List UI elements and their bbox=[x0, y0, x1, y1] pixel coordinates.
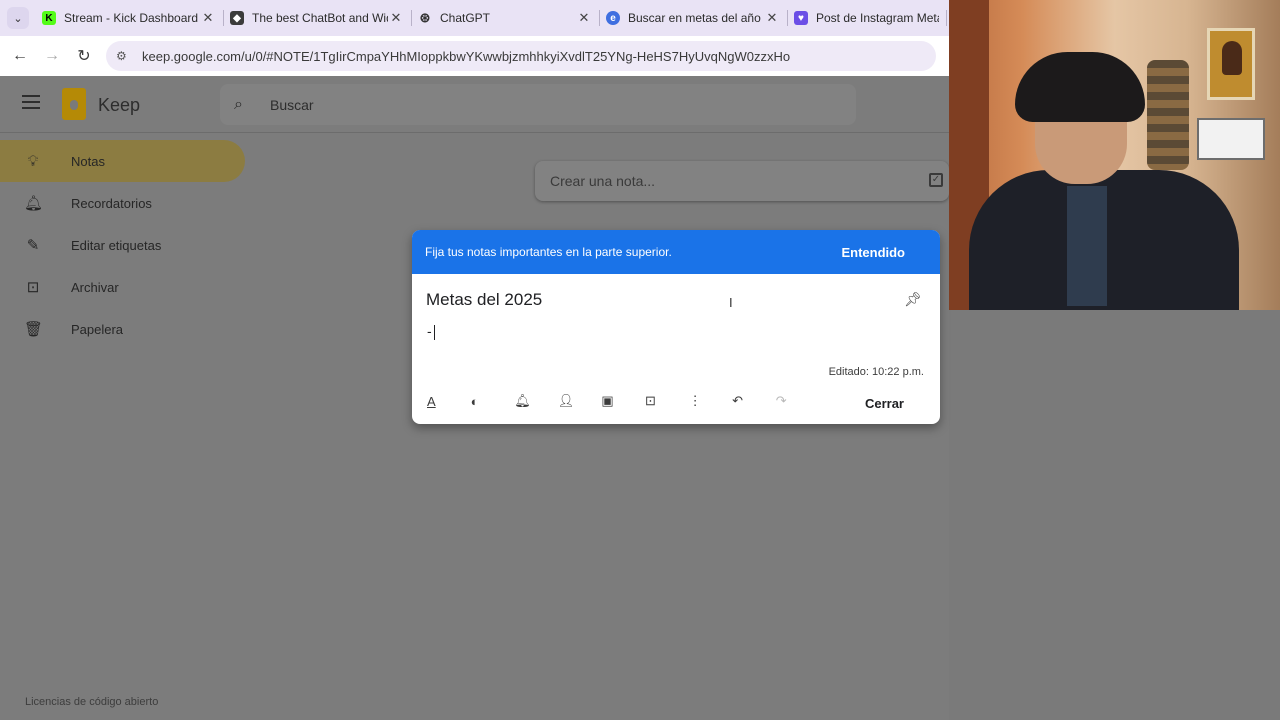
tab-title: Stream - Kick Dashboard bbox=[64, 11, 199, 25]
search-icon[interactable]: ⌕ bbox=[234, 96, 256, 114]
sidebar-item-label: Recordatorios bbox=[71, 195, 152, 211]
text-caret bbox=[433, 324, 435, 340]
sidebar-item-label: Editar etiquetas bbox=[71, 237, 162, 253]
undo-icon[interactable]: ↶ bbox=[731, 393, 775, 409]
reload-button[interactable]: ↻ bbox=[68, 40, 100, 72]
arrow-right-icon: → bbox=[44, 47, 60, 64]
arrow-left-icon: ← bbox=[12, 47, 28, 64]
tab-search-button[interactable]: ⌄ bbox=[0, 0, 36, 36]
sidebar-item-archivar[interactable]: ⊡ Archivar bbox=[0, 266, 250, 308]
pin-tip-banner: Fija tus notas importantes en la parte s… bbox=[412, 230, 940, 274]
back-button[interactable]: ← bbox=[4, 40, 36, 72]
reload-icon: ↻ bbox=[77, 48, 91, 65]
canva-favicon-icon: ♥ bbox=[794, 11, 808, 25]
browser-tab[interactable]: ◆ The best ChatBot and Wid ✕ bbox=[224, 0, 412, 36]
banner-message: Fija tus notas importantes en la parte s… bbox=[425, 245, 672, 259]
webcam-whiteboard bbox=[1197, 118, 1265, 160]
search-placeholder: Buscar bbox=[270, 96, 314, 113]
browser-tab[interactable]: K Stream - Kick Dashboard ✕ bbox=[36, 0, 224, 36]
webcam-person-shirt bbox=[1067, 186, 1107, 306]
pin-icon[interactable]: 📌︎ bbox=[904, 291, 922, 308]
lightbulb-icon: 💡︎ bbox=[27, 152, 39, 170]
kick-favicon-icon: K bbox=[42, 11, 56, 25]
chevron-down-icon: ⌄ bbox=[7, 7, 29, 29]
browser-tab[interactable]: ⊛ ChatGPT ✕ bbox=[412, 0, 600, 36]
note-dialog: Fija tus notas importantes en la parte s… bbox=[412, 230, 940, 424]
note-title-input[interactable]: Metas del 2025 bbox=[426, 290, 542, 310]
edited-timestamp: Editado: 10:22 p.m. bbox=[828, 366, 924, 378]
browser-tab[interactable]: ♥ Post de Instagram Metas 2 bbox=[788, 0, 947, 36]
image-icon[interactable]: ▣ bbox=[600, 393, 644, 409]
site-info-icon[interactable]: ⚙ bbox=[116, 49, 134, 63]
note-body-text: - bbox=[427, 323, 432, 339]
close-button[interactable]: Cerrar bbox=[865, 396, 904, 411]
search-favicon-icon: e bbox=[606, 11, 620, 25]
more-icon[interactable]: ⋮ bbox=[688, 393, 732, 409]
palette-icon[interactable]: ◐ bbox=[470, 394, 514, 409]
sidebar-item-label: Archivar bbox=[71, 279, 119, 295]
text-format-icon[interactable]: A bbox=[426, 394, 470, 409]
keep-header: Keep ⌕ Buscar bbox=[0, 76, 949, 133]
note-toolbar: A ◐ 🔔︎ 👤︎ ▣ ⊡ ⋮ ↶ ↷ bbox=[426, 393, 818, 409]
note-body-input[interactable]: - bbox=[427, 323, 435, 340]
pencil-icon: ✎ bbox=[26, 237, 40, 254]
main-menu-icon[interactable] bbox=[22, 95, 40, 109]
close-tab-icon[interactable]: ✕ bbox=[764, 10, 780, 26]
url-text: keep.google.com/u/0/#NOTE/1TgIirCmpaYHhM… bbox=[142, 48, 791, 64]
forward-button[interactable]: → bbox=[36, 40, 68, 72]
open-source-licenses-link[interactable]: Licencias de código abierto bbox=[25, 696, 158, 708]
webcam-bag bbox=[1147, 60, 1189, 170]
sidebar-item-papelera[interactable]: 🗑︎ Papelera bbox=[0, 308, 250, 350]
webcam-overlay bbox=[949, 0, 1280, 310]
sidebar-item-editar-etiquetas[interactable]: ✎ Editar etiquetas bbox=[0, 224, 250, 266]
take-note-placeholder: Crear una nota... bbox=[550, 173, 656, 189]
browser-toolbar: ← → ↻ ⚙ keep.google.com/u/0/#NOTE/1TgIir… bbox=[0, 36, 949, 76]
entendido-button[interactable]: Entendido bbox=[841, 245, 905, 260]
tab-title: Post de Instagram Metas 2 bbox=[816, 11, 939, 25]
take-note-input[interactable]: Crear una nota... ✓ bbox=[535, 161, 949, 201]
redo-icon[interactable]: ↷ bbox=[775, 393, 819, 409]
archive-icon[interactable]: ⊡ bbox=[644, 393, 688, 409]
sidebar-item-label: Papelera bbox=[71, 321, 124, 337]
sidebar-item-recordatorios[interactable]: 🔔︎ Recordatorios bbox=[0, 182, 250, 224]
sidebar: 💡︎ Notas 🔔︎ Recordatorios ✎ Editar etiqu… bbox=[0, 140, 250, 350]
sidebar-item-label: Notas bbox=[71, 153, 105, 169]
close-tab-icon[interactable]: ✕ bbox=[200, 10, 216, 26]
browser-tab[interactable]: e Buscar en metas del año - ✕ bbox=[600, 0, 788, 36]
app-name[interactable]: Keep bbox=[98, 95, 140, 116]
search-input[interactable]: ⌕ Buscar bbox=[220, 84, 856, 125]
chatgpt-favicon-icon: ⊛ bbox=[418, 10, 432, 25]
tab-title: Buscar en metas del año - bbox=[628, 11, 764, 25]
new-list-icon[interactable]: ✓ bbox=[929, 173, 943, 187]
keep-logo-icon[interactable] bbox=[62, 88, 86, 120]
close-tab-icon[interactable]: ✕ bbox=[388, 10, 404, 26]
bell-icon: 🔔︎ bbox=[24, 195, 44, 212]
reminder-icon[interactable]: 🔔︎ bbox=[513, 393, 557, 409]
tab-title: ChatGPT bbox=[440, 11, 491, 25]
archive-icon: ⊡ bbox=[26, 279, 40, 296]
sidebar-item-notas[interactable]: 💡︎ Notas bbox=[0, 140, 245, 182]
text-cursor-icon: I bbox=[729, 295, 733, 310]
close-tab-icon[interactable]: ✕ bbox=[576, 10, 592, 26]
trash-icon: 🗑︎ bbox=[24, 321, 44, 338]
chatbot-favicon-icon: ◆ bbox=[230, 11, 244, 25]
webcam-portrait-frame bbox=[1207, 28, 1255, 100]
browser-tabstrip: ⌄ K Stream - Kick Dashboard ✕ ◆ The best… bbox=[0, 0, 949, 36]
collaborator-icon[interactable]: 👤︎ bbox=[557, 393, 601, 409]
address-bar[interactable]: ⚙ keep.google.com/u/0/#NOTE/1TgIirCmpaYH… bbox=[106, 41, 936, 71]
tab-title: The best ChatBot and Wid bbox=[252, 11, 388, 25]
